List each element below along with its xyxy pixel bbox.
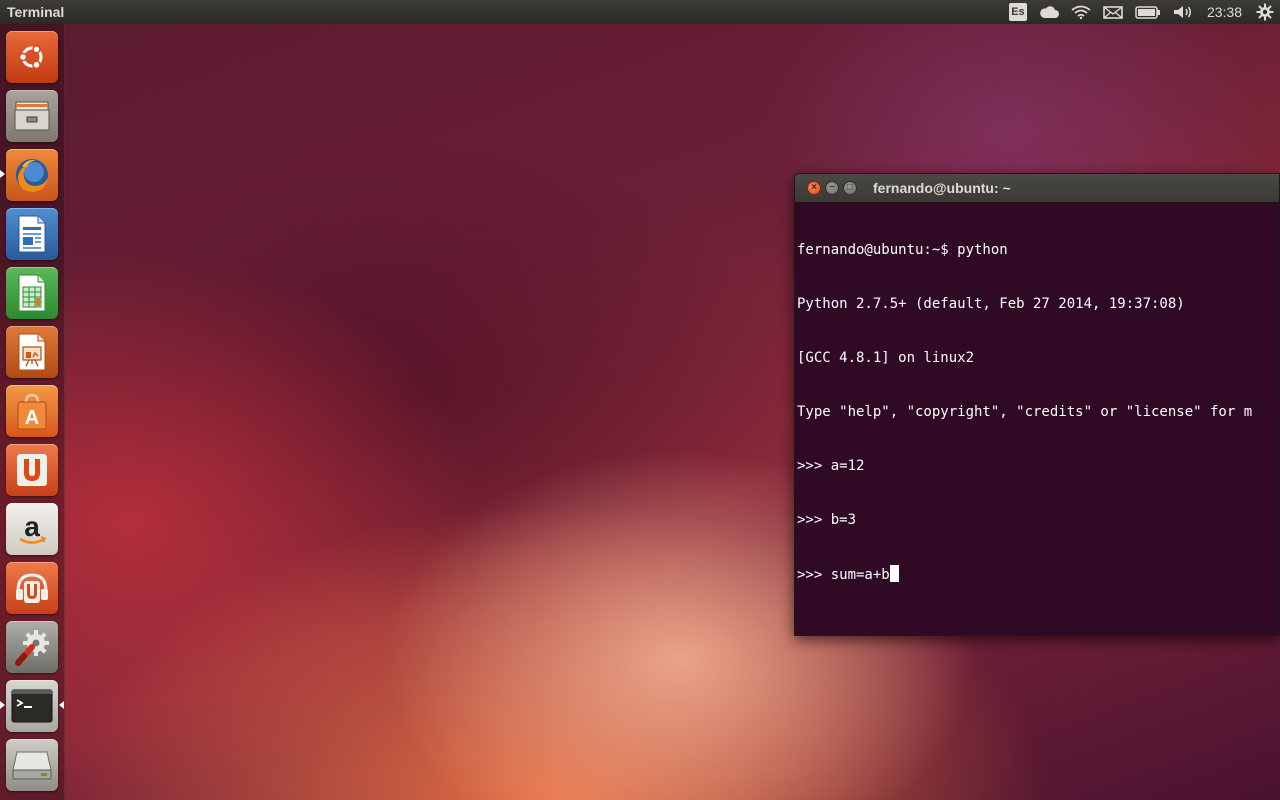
launcher-item-ubuntu-one[interactable] <box>6 444 58 496</box>
launcher-item-removable-drive[interactable] <box>6 739 58 791</box>
settings-tools-icon <box>15 630 49 666</box>
cloud-indicator[interactable] <box>1033 0 1065 24</box>
terminal-icon <box>11 689 53 723</box>
running-pip-terminal <box>0 701 5 709</box>
cloud-icon <box>1040 6 1059 19</box>
ubuntu-one-icon <box>17 454 47 486</box>
svg-text:A: A <box>25 407 39 429</box>
launcher-item-terminal[interactable] <box>6 680 58 732</box>
gear-icon <box>1256 3 1274 21</box>
messaging-indicator[interactable] <box>1097 0 1129 24</box>
terminal-output[interactable]: fernando@ubuntu:~$ python Python 2.7.5+ … <box>795 202 1279 635</box>
active-app-title: Terminal <box>7 4 65 20</box>
calc-spreadsheet-icon <box>18 274 46 312</box>
battery-icon <box>1135 5 1160 19</box>
sound-indicator[interactable] <box>1167 0 1199 24</box>
launcher-item-writer[interactable] <box>6 208 58 260</box>
ubuntu-one-music-icon <box>16 573 48 603</box>
network-indicator[interactable] <box>1065 0 1097 24</box>
clock[interactable]: 23:38 <box>1199 0 1250 24</box>
file-cabinet-icon <box>14 101 50 131</box>
terminal-window[interactable]: × − □ fernando@ubuntu: ~ fernando@ubuntu… <box>794 173 1280 636</box>
text-cursor <box>889 565 899 582</box>
wifi-icon <box>1071 5 1091 19</box>
terminal-line: Python 2.7.5+ (default, Feb 27 2014, 19:… <box>797 296 1185 312</box>
close-button[interactable]: × <box>807 181 821 195</box>
terminal-current-input[interactable]: >>> sum=a+b <box>797 567 890 583</box>
launcher-item-software-center[interactable]: A <box>6 385 58 437</box>
software-center-bag-icon: A <box>17 393 47 430</box>
mail-icon <box>1103 5 1123 19</box>
window-titlebar[interactable]: × − □ fernando@ubuntu: ~ <box>795 174 1279 202</box>
terminal-line: >>> b=3 <box>797 512 857 528</box>
window-title: fernando@ubuntu: ~ <box>873 180 1011 196</box>
maximize-button[interactable]: □ <box>843 181 857 195</box>
launcher-item-amazon[interactable]: a <box>6 503 58 555</box>
launcher-item-firefox[interactable] <box>6 149 58 201</box>
volume-icon <box>1173 6 1191 18</box>
terminal-line: Type "help", "copyright", "credits" or "… <box>797 404 1253 420</box>
terminal-line: [GCC 4.8.1] on linux2 <box>797 350 975 366</box>
firefox-icon <box>16 159 48 192</box>
session-indicator[interactable] <box>1250 0 1280 24</box>
terminal-line: fernando@ubuntu:~$ python <box>797 242 1008 258</box>
launcher: A a <box>0 24 65 800</box>
battery-indicator[interactable] <box>1129 0 1167 24</box>
running-pip-firefox <box>0 170 5 178</box>
ubuntu-logo-icon <box>18 44 43 70</box>
terminal-line: >>> a=12 <box>797 458 865 474</box>
keyboard-layout-indicator[interactable]: Es <box>1003 0 1033 24</box>
impress-presentation-icon <box>18 333 46 371</box>
launcher-item-files[interactable] <box>6 90 58 142</box>
drive-icon <box>12 751 52 780</box>
keyboard-layout-icon: Es <box>1008 3 1027 21</box>
launcher-item-calc[interactable] <box>6 267 58 319</box>
terminal-input-line[interactable]: >>> sum=a+b <box>797 565 1279 583</box>
launcher-item-system-settings[interactable] <box>6 621 58 673</box>
top-panel: Terminal Es 23:38 <box>0 0 1280 24</box>
amazon-icon: a <box>19 511 47 544</box>
minimize-button[interactable]: − <box>825 181 839 195</box>
indicator-area: Es 23:38 <box>1003 0 1280 24</box>
focused-pip-terminal <box>59 701 64 709</box>
launcher-item-impress[interactable] <box>6 326 58 378</box>
svg-text:a: a <box>24 511 40 542</box>
launcher-item-ubuntu-one-music[interactable] <box>6 562 58 614</box>
launcher-item-dash[interactable] <box>6 31 58 83</box>
writer-document-icon <box>18 215 46 253</box>
